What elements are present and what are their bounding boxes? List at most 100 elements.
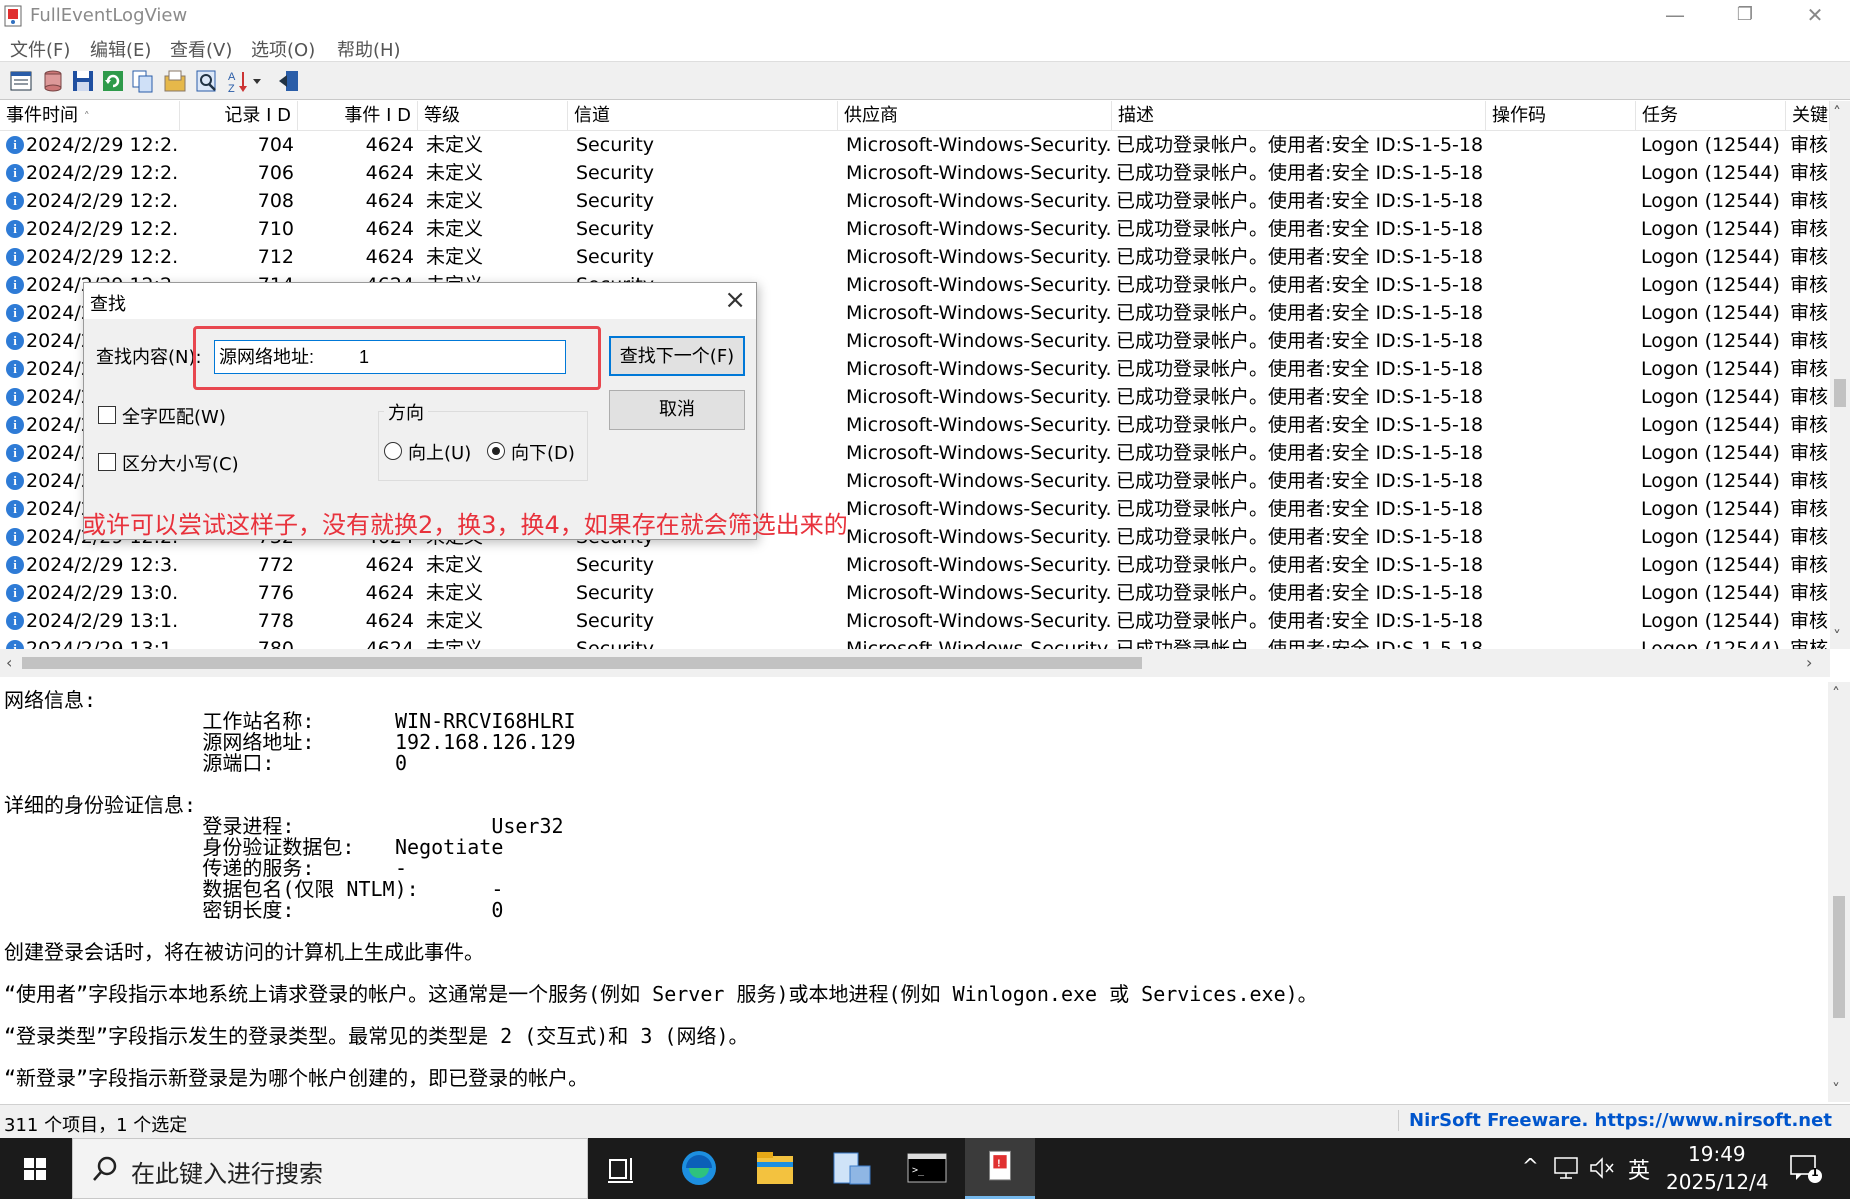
- column-header-keyword[interactable]: 关键: [1786, 101, 1830, 131]
- save-icon[interactable]: [70, 68, 96, 94]
- maximize-button[interactable]: ❐: [1710, 0, 1780, 32]
- menu-file[interactable]: 文件(F): [10, 36, 70, 62]
- menu-view[interactable]: 查看(V): [170, 36, 232, 62]
- table-cell-keyword: 审核: [1790, 610, 1829, 632]
- ime-indicator[interactable]: 英: [1628, 1153, 1650, 1185]
- tray-overflow-icon[interactable]: ^: [1522, 1154, 1539, 1178]
- table-row[interactable]: i 2024/2/29 12:3... 772 4624 未定义 Security Micr…: [0, 551, 1830, 579]
- database-icon[interactable]: [40, 68, 66, 94]
- table-cell-desc: 已成功登录帐户。使用者:安全 ID:S-1-5-18...: [1116, 218, 1484, 240]
- column-header-task[interactable]: 任务: [1636, 101, 1786, 131]
- report-icon[interactable]: [162, 68, 188, 94]
- list-vertical-scrollbar[interactable]: ˄ ˅: [1830, 101, 1850, 649]
- table-cell-desc: 已成功登录帐户。使用者:安全 ID:S-1-5-18...: [1116, 414, 1484, 436]
- scroll-up-icon[interactable]: ˄: [1833, 103, 1841, 122]
- network-icon[interactable]: [1552, 1156, 1580, 1180]
- table-cell-task: Logon (12544): [1641, 190, 1780, 212]
- scroll-up-icon[interactable]: ˄: [1832, 684, 1840, 703]
- table-cell-task: Logon (12544): [1641, 302, 1780, 324]
- column-header-event-id[interactable]: 事件 I D: [298, 101, 418, 131]
- scroll-down-icon[interactable]: ˅: [1833, 627, 1841, 646]
- column-header-provider[interactable]: 供应商: [838, 101, 1112, 131]
- table-cell-keyword: 审核: [1790, 358, 1829, 380]
- fulleventlogview-taskbar-icon[interactable]: !: [965, 1138, 1035, 1199]
- svg-text:!: !: [997, 1159, 1000, 1170]
- table-cell-event: 4624: [365, 218, 414, 240]
- column-header-time[interactable]: 事件时间 ˄: [0, 101, 180, 131]
- table-cell-level: 未定义: [426, 190, 484, 212]
- table-row[interactable]: i 2024/2/29 12:2... 704 4624 未定义 Security Micr…: [0, 131, 1830, 159]
- table-cell-provider: Microsoft-Windows-Security...: [846, 218, 1110, 240]
- table-row[interactable]: i 2024/2/29 12:2... 708 4624 未定义 Security Micr…: [0, 187, 1830, 215]
- column-header-level[interactable]: 等级: [418, 101, 568, 131]
- table-cell-level: 未定义: [426, 218, 484, 240]
- scroll-thumb[interactable]: [1833, 896, 1845, 1018]
- table-cell-keyword: 审核: [1790, 162, 1829, 184]
- table-cell-channel: Security: [576, 134, 655, 156]
- file-explorer-icon[interactable]: [740, 1138, 810, 1199]
- menu-help[interactable]: 帮助(H): [337, 36, 401, 62]
- find-next-button[interactable]: 查找下一个(F): [609, 336, 745, 376]
- table-cell-opcode: [1490, 579, 1630, 607]
- table-cell-provider: Microsoft-Windows-Security...: [846, 386, 1110, 408]
- scroll-right-icon[interactable]: ›: [1806, 653, 1812, 672]
- table-row[interactable]: i 2024/2/29 12:2... 706 4624 未定义 Security Micr…: [0, 159, 1830, 187]
- table-cell-record: 776: [257, 582, 294, 604]
- scroll-left-icon[interactable]: ‹: [6, 653, 12, 672]
- find-icon[interactable]: [194, 68, 220, 94]
- table-row[interactable]: i 2024/2/29 12:2... 710 4624 未定义 Security Micr…: [0, 215, 1830, 243]
- column-header-description[interactable]: 描述: [1112, 101, 1486, 131]
- direction-up-radio[interactable]: [384, 442, 402, 460]
- clock-time[interactable]: 19:49: [1688, 1142, 1746, 1166]
- windows-start-icon[interactable]: [0, 1138, 70, 1199]
- taskbar-search-box[interactable]: 在此键入进行搜索: [72, 1138, 588, 1199]
- scroll-down-icon[interactable]: ˅: [1832, 1080, 1840, 1099]
- edge-browser-icon[interactable]: [664, 1138, 734, 1199]
- table-cell-provider: Microsoft-Windows-Security...: [846, 330, 1110, 352]
- detail-line: 密钥长度: 0: [106, 898, 504, 922]
- table-row[interactable]: i 2024/2/29 13:0... 776 4624 未定义 Security Micr…: [0, 579, 1830, 607]
- scroll-thumb-horizontal[interactable]: [22, 657, 1142, 669]
- nirsoft-link[interactable]: NirSoft Freeware. https://www.nirsoft.ne…: [1398, 1110, 1832, 1131]
- command-prompt-icon[interactable]: >_: [892, 1138, 962, 1199]
- event-detail-pane[interactable]: 网络信息: 工作站名称: WIN-RRCVI68HLRI 源网络地址: 192.…: [0, 682, 1828, 1102]
- column-header-record-id[interactable]: 记录 I D: [180, 101, 298, 131]
- find-close-icon[interactable]: ×: [724, 285, 746, 315]
- whole-word-label: 全字匹配(W): [122, 407, 226, 428]
- column-header-opcode[interactable]: 操作码: [1486, 101, 1636, 131]
- direction-up-label: 向上(U): [408, 443, 472, 464]
- detail-line: 源端口: 0: [106, 751, 408, 775]
- copy-icon[interactable]: [130, 68, 156, 94]
- list-horizontal-scrollbar[interactable]: ‹ ›: [0, 649, 1830, 677]
- direction-down-label: 向下(D): [511, 443, 575, 464]
- volume-muted-icon[interactable]: [1588, 1156, 1616, 1180]
- column-header-channel[interactable]: 信道: [568, 101, 838, 131]
- table-cell-level: 未定义: [426, 162, 484, 184]
- refresh-icon[interactable]: [100, 68, 126, 94]
- detail-vertical-scrollbar[interactable]: ˄ ˅: [1828, 682, 1850, 1102]
- clock-date[interactable]: 2025/12/4: [1666, 1170, 1769, 1194]
- server-manager-icon[interactable]: [816, 1138, 886, 1199]
- find-label: 查找内容(N):: [96, 347, 202, 368]
- exit-icon[interactable]: [276, 68, 302, 94]
- minimize-button[interactable]: —: [1640, 0, 1710, 32]
- table-cell-keyword: 审核: [1790, 134, 1829, 156]
- whole-word-checkbox[interactable]: [98, 406, 116, 424]
- table-cell-opcode: [1490, 607, 1630, 635]
- close-button[interactable]: ✕: [1780, 0, 1850, 32]
- scroll-thumb[interactable]: [1834, 379, 1846, 407]
- match-case-checkbox[interactable]: [98, 453, 116, 471]
- table-cell-keyword: 审核: [1790, 442, 1829, 464]
- info-icon: i: [6, 388, 24, 406]
- table-cell-provider: Microsoft-Windows-Security...: [846, 470, 1110, 492]
- direction-down-radio[interactable]: [487, 442, 505, 460]
- task-view-icon[interactable]: [587, 1138, 657, 1199]
- menu-edit[interactable]: 编辑(E): [90, 36, 151, 62]
- sort-icon[interactable]: AZ: [226, 68, 266, 94]
- properties-icon[interactable]: [8, 68, 34, 94]
- menu-options[interactable]: 选项(O): [251, 36, 315, 62]
- table-row[interactable]: i 2024/2/29 12:2... 712 4624 未定义 Security Micr…: [0, 243, 1830, 271]
- table-row[interactable]: i 2024/2/29 13:1... 778 4624 未定义 Security Micr…: [0, 607, 1830, 635]
- table-cell-desc: 已成功登录帐户。使用者:安全 ID:S-1-5-18...: [1116, 442, 1484, 464]
- cancel-button[interactable]: 取消: [609, 390, 745, 430]
